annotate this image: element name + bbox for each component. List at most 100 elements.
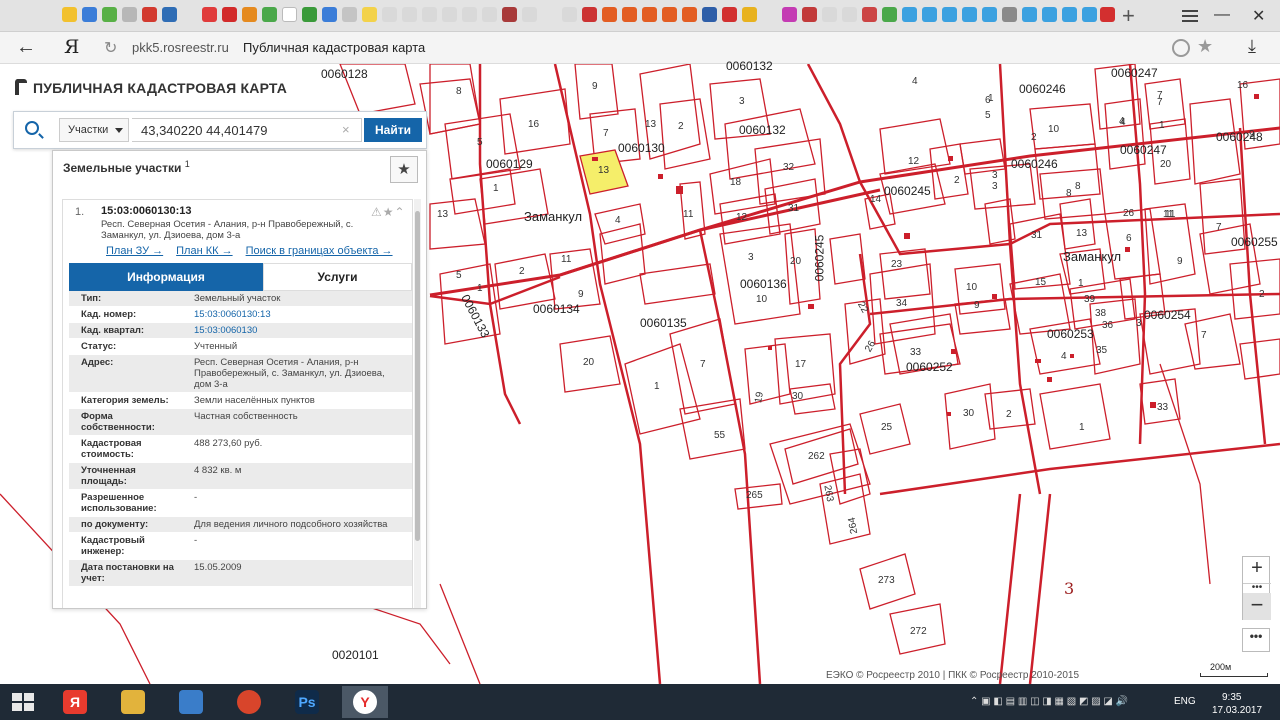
tab-favicon-3[interactable] [102,7,117,22]
link-plan-kk[interactable]: План КК → [176,245,232,257]
minimize-icon[interactable]: — [1214,6,1230,24]
attr-row-reg-date: Дата постановки на учет: 15.05.2009 [69,560,412,587]
attr-value: Учтенный [194,341,238,352]
attr-value-link[interactable]: 15:03:0060130 [181,323,401,338]
clock-time[interactable]: 9:35 [1222,692,1241,703]
tab-favicon-6[interactable] [162,7,177,22]
tab-favicon-4[interactable] [122,7,137,22]
scrollbar-thumb[interactable] [415,211,420,541]
tab-favicon-18[interactable] [442,7,457,22]
clear-icon[interactable]: × [342,122,350,137]
result-cad-number[interactable]: 15:03:0060130:13 [101,205,192,217]
zoom-out-button[interactable]: − [1243,593,1271,620]
result-action-icons[interactable]: ⚠★⌃ [371,205,406,219]
app-logo[interactable]: ПУБЛИЧНАЯ КАДАСТРОВАЯ КАРТА [15,79,287,96]
new-tab-button[interactable]: + [1122,3,1135,29]
tab-favicon-9[interactable] [242,7,257,22]
taskbar-yandex-active[interactable]: Y [342,686,388,718]
reload-icon[interactable]: ↻ [104,38,117,58]
tab-favicon-39[interactable] [902,7,917,22]
tab-favicon-active[interactable] [282,7,297,22]
taskbar-explorer[interactable] [110,686,156,718]
tab-favicon-37[interactable] [862,7,877,22]
search-input[interactable]: 43,340220 44,401479 [132,118,362,142]
clock-date[interactable]: 17.03.2017 [1212,705,1262,716]
tab-favicon-43[interactable] [982,7,997,22]
tab-favicon-23[interactable] [562,7,577,22]
link-plan-zu[interactable]: План ЗУ → [106,245,163,257]
protect-icon[interactable] [1172,39,1190,57]
tab-favicon-7[interactable] [202,7,217,22]
tab-favicon-33[interactable] [782,7,797,22]
tab-services[interactable]: Услуги [263,263,412,291]
tab-favicon-42[interactable] [962,7,977,22]
tab-favicon-44[interactable] [1002,7,1017,22]
tab-favicon-8[interactable] [222,7,237,22]
page-title[interactable]: Публичная кадастровая карта [243,40,425,55]
tab-favicon-49[interactable] [1100,7,1115,22]
tab-favicon-46[interactable] [1042,7,1057,22]
taskbar-media[interactable] [168,686,214,718]
tab-favicon-2[interactable] [82,7,97,22]
taskbar-yandex-browser[interactable]: Я [52,686,98,718]
link-search-bounds[interactable]: Поиск в границах объекта → [246,245,393,257]
windows-taskbar: Я Ps Y ⌃ ▣ ◧ ▤ ▥ ◫ ◨ ▦ ▧ ◩ ▨ ◪ 🔊 ENG 9:3… [0,684,1280,720]
tab-favicon-31[interactable] [722,7,737,22]
search-icon[interactable] [25,121,39,135]
tab-favicon-25[interactable] [602,7,617,22]
tab-favicon-26[interactable] [622,7,637,22]
tab-favicon-38[interactable] [882,7,897,22]
quarter-label-0060245-vertical: 0060245 [812,234,827,282]
tab-favicon-11[interactable] [302,7,317,22]
download-icon[interactable]: ⤓ [1248,36,1256,57]
taskbar-chrome[interactable] [226,686,272,718]
zoom-in-button[interactable]: + [1243,557,1271,584]
language-indicator[interactable]: ENG [1174,696,1196,707]
back-arrow-icon[interactable]: ← [16,36,36,59]
tab-favicon-35[interactable] [822,7,837,22]
favorites-star-icon[interactable]: ★ [390,156,418,183]
tab-favicon-5[interactable] [142,7,157,22]
tab-favicon-41[interactable] [942,7,957,22]
tab-favicon-22[interactable] [522,7,537,22]
tab-favicon-10[interactable] [262,7,277,22]
url-host[interactable]: pkk5.rosreestr.ru [132,40,229,55]
tab-favicon-14[interactable] [362,7,377,22]
tab-favicon-32[interactable] [742,7,757,22]
close-window-icon[interactable]: ✕ [1252,6,1265,26]
tab-favicon-21[interactable] [502,7,517,22]
tab-favicon-36[interactable] [842,7,857,22]
bookmark-star-icon[interactable]: ★ [1197,36,1213,57]
tab-favicon-45[interactable] [1022,7,1037,22]
tab-favicon-12[interactable] [322,7,337,22]
search-type-dropdown[interactable]: Участки [59,118,129,142]
attr-key: Адрес: [81,357,114,368]
attr-row-by-document: по документу: Для ведения личного подсобн… [69,517,412,533]
tab-favicon-19[interactable] [462,7,477,22]
search-button[interactable]: Найти [364,118,422,142]
attr-value-link[interactable]: 15:03:0060130:13 [181,307,401,322]
tab-favicon-15[interactable] [382,7,397,22]
tab-favicon-29[interactable] [682,7,697,22]
attr-value: - [194,535,198,546]
tab-favicon-24[interactable] [582,7,597,22]
system-tray-icons[interactable]: ⌃ ▣ ◧ ▤ ▥ ◫ ◨ ▦ ▧ ◩ ▨ ◪ 🔊 [970,696,1128,707]
tab-favicon-27[interactable] [642,7,657,22]
tab-favicon-20[interactable] [482,7,497,22]
tab-info[interactable]: Информация [69,263,263,291]
yandex-logo[interactable]: Я [64,36,79,58]
windows-start-icon[interactable] [12,693,34,711]
tab-favicon-40[interactable] [922,7,937,22]
tab-favicon-16[interactable] [402,7,417,22]
tab-favicon-17[interactable] [422,7,437,22]
tab-favicon-30[interactable] [702,7,717,22]
tab-favicon-47[interactable] [1062,7,1077,22]
tab-favicon-28[interactable] [662,7,677,22]
tab-favicon-13[interactable] [342,7,357,22]
browser-menu-icon[interactable] [1182,10,1198,22]
taskbar-photoshop[interactable]: Ps [284,686,330,718]
more-button[interactable]: ••• [1242,628,1270,652]
tab-favicon-34[interactable] [802,7,817,22]
tab-favicon-1[interactable] [62,7,77,22]
tab-favicon-48[interactable] [1082,7,1097,22]
